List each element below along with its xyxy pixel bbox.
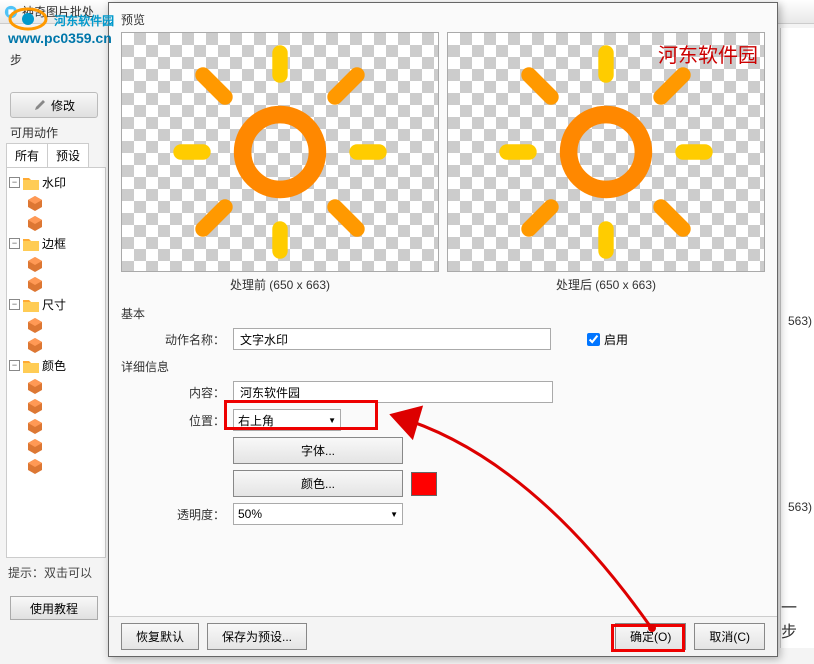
hint-text: 提示：双击可以: [8, 564, 92, 581]
cube-icon: [27, 317, 43, 333]
tree-label: 尺寸: [42, 296, 66, 313]
tab-all[interactable]: 所有: [6, 143, 48, 167]
tree-item[interactable]: [7, 193, 105, 213]
tree-label: 颜色: [42, 357, 66, 374]
step-indicator: 步: [10, 48, 22, 69]
dimension-label: 563): [788, 314, 812, 328]
action-name-label: 动作名称：: [153, 331, 225, 348]
detail-section: 详细信息 内容： 位置： 右上角 ▼ 字体...: [121, 358, 765, 525]
actions-panel: 可用动作 所有 预设 − 水印 − 边框 − 尺寸: [6, 122, 106, 572]
opacity-select[interactable]: 50% ▼: [233, 503, 403, 525]
restore-default-button[interactable]: 恢复默认: [121, 623, 199, 650]
chevron-down-icon: ▼: [390, 510, 398, 519]
sun-image: [170, 42, 390, 262]
tree-item[interactable]: [7, 376, 105, 396]
tutorial-button[interactable]: 使用教程: [10, 596, 98, 620]
tree-item[interactable]: [7, 254, 105, 274]
tree-node-border[interactable]: − 边框: [7, 233, 105, 254]
tree-item[interactable]: [7, 436, 105, 456]
preview-before-box: 处理前 (650 x 663): [121, 32, 439, 297]
tree-item[interactable]: [7, 315, 105, 335]
cube-icon: [27, 398, 43, 414]
detail-title: 详细信息: [121, 358, 765, 375]
actions-title: 可用动作: [6, 122, 106, 143]
content-label: 内容：: [153, 384, 225, 401]
modify-button[interactable]: 修改: [10, 92, 98, 118]
actions-tree: − 水印 − 边框 − 尺寸 − 颜色: [6, 168, 106, 558]
site-watermark-logo: 河东软件园 www.pc0359.cn: [8, 4, 114, 46]
cube-icon: [27, 438, 43, 454]
watermark-sample-text: 河东软件园: [658, 39, 758, 68]
ok-button[interactable]: 确定(O): [615, 623, 686, 650]
logo-icon: [8, 4, 48, 34]
basic-title: 基本: [121, 305, 765, 322]
tab-preset[interactable]: 预设: [47, 143, 89, 167]
tree-node-watermark[interactable]: − 水印: [7, 172, 105, 193]
tree-collapse-icon[interactable]: −: [9, 177, 20, 188]
tree-node-size[interactable]: − 尺寸: [7, 294, 105, 315]
position-select[interactable]: 右上角 ▼: [233, 409, 341, 431]
tree-item[interactable]: [7, 213, 105, 233]
cancel-button[interactable]: 取消(C): [694, 623, 765, 650]
tree-collapse-icon[interactable]: −: [9, 360, 20, 371]
tree-item[interactable]: [7, 416, 105, 436]
dialog-footer: 恢复默认 保存为预设... 确定(O) 取消(C): [109, 616, 777, 656]
chevron-down-icon: ▼: [328, 416, 336, 425]
folder-icon: [23, 359, 39, 373]
watermark-dialog: 预览: [108, 2, 778, 657]
preview-after-caption: 处理后 (650 x 663): [447, 272, 765, 297]
content-input[interactable]: [233, 381, 553, 403]
opacity-label: 透明度：: [153, 506, 225, 523]
color-button[interactable]: 颜色...: [233, 470, 403, 497]
save-preset-button[interactable]: 保存为预设...: [207, 623, 307, 650]
enable-checkbox[interactable]: [587, 333, 600, 346]
folder-icon: [23, 237, 39, 251]
cube-icon: [27, 215, 43, 231]
right-panel-strip: 563) 563) 一步: [780, 28, 814, 648]
cube-icon: [27, 337, 43, 353]
step-label: 步: [10, 53, 22, 67]
position-value: 右上角: [238, 412, 274, 429]
opacity-value: 50%: [238, 507, 262, 521]
main-window: 神奇图片批处 河东软件园 www.pc0359.cn 步 修改 可用动作 所有 …: [0, 0, 814, 664]
preview-after-box: 河东软件园 处理后 (650 x 663): [447, 32, 765, 297]
preview-after-image: 河东软件园: [447, 32, 765, 272]
position-label: 位置：: [153, 412, 225, 429]
tree-item[interactable]: [7, 396, 105, 416]
cube-icon: [27, 458, 43, 474]
tree-item[interactable]: [7, 274, 105, 294]
pencil-icon: [33, 98, 47, 112]
cube-icon: [27, 378, 43, 394]
tree-collapse-icon[interactable]: −: [9, 238, 20, 249]
folder-icon: [23, 298, 39, 312]
cube-icon: [27, 418, 43, 434]
enable-label: 启用: [604, 331, 628, 348]
sun-image: [496, 42, 716, 262]
action-name-input[interactable]: [233, 328, 551, 350]
preview-title: 预览: [121, 11, 765, 28]
modify-label: 修改: [51, 97, 75, 114]
basic-section: 基本 动作名称： 启用: [121, 305, 765, 350]
tree-label: 水印: [42, 174, 66, 191]
tree-item[interactable]: [7, 335, 105, 355]
tree-label: 边框: [42, 235, 66, 252]
folder-icon: [23, 176, 39, 190]
cube-icon: [27, 256, 43, 272]
cube-icon: [27, 195, 43, 211]
preview-before-image: [121, 32, 439, 272]
font-button[interactable]: 字体...: [233, 437, 403, 464]
cube-icon: [27, 276, 43, 292]
color-swatch[interactable]: [411, 472, 437, 496]
next-step-label: 一步: [781, 594, 812, 642]
logo-name: 河东软件园: [54, 14, 114, 28]
enable-checkbox-row[interactable]: 启用: [587, 331, 628, 348]
tree-node-color[interactable]: − 颜色: [7, 355, 105, 376]
preview-before-caption: 处理前 (650 x 663): [121, 272, 439, 297]
tree-collapse-icon[interactable]: −: [9, 299, 20, 310]
actions-tabs: 所有 预设: [6, 143, 106, 168]
dimension-label: 563): [788, 500, 812, 514]
tree-item[interactable]: [7, 456, 105, 476]
